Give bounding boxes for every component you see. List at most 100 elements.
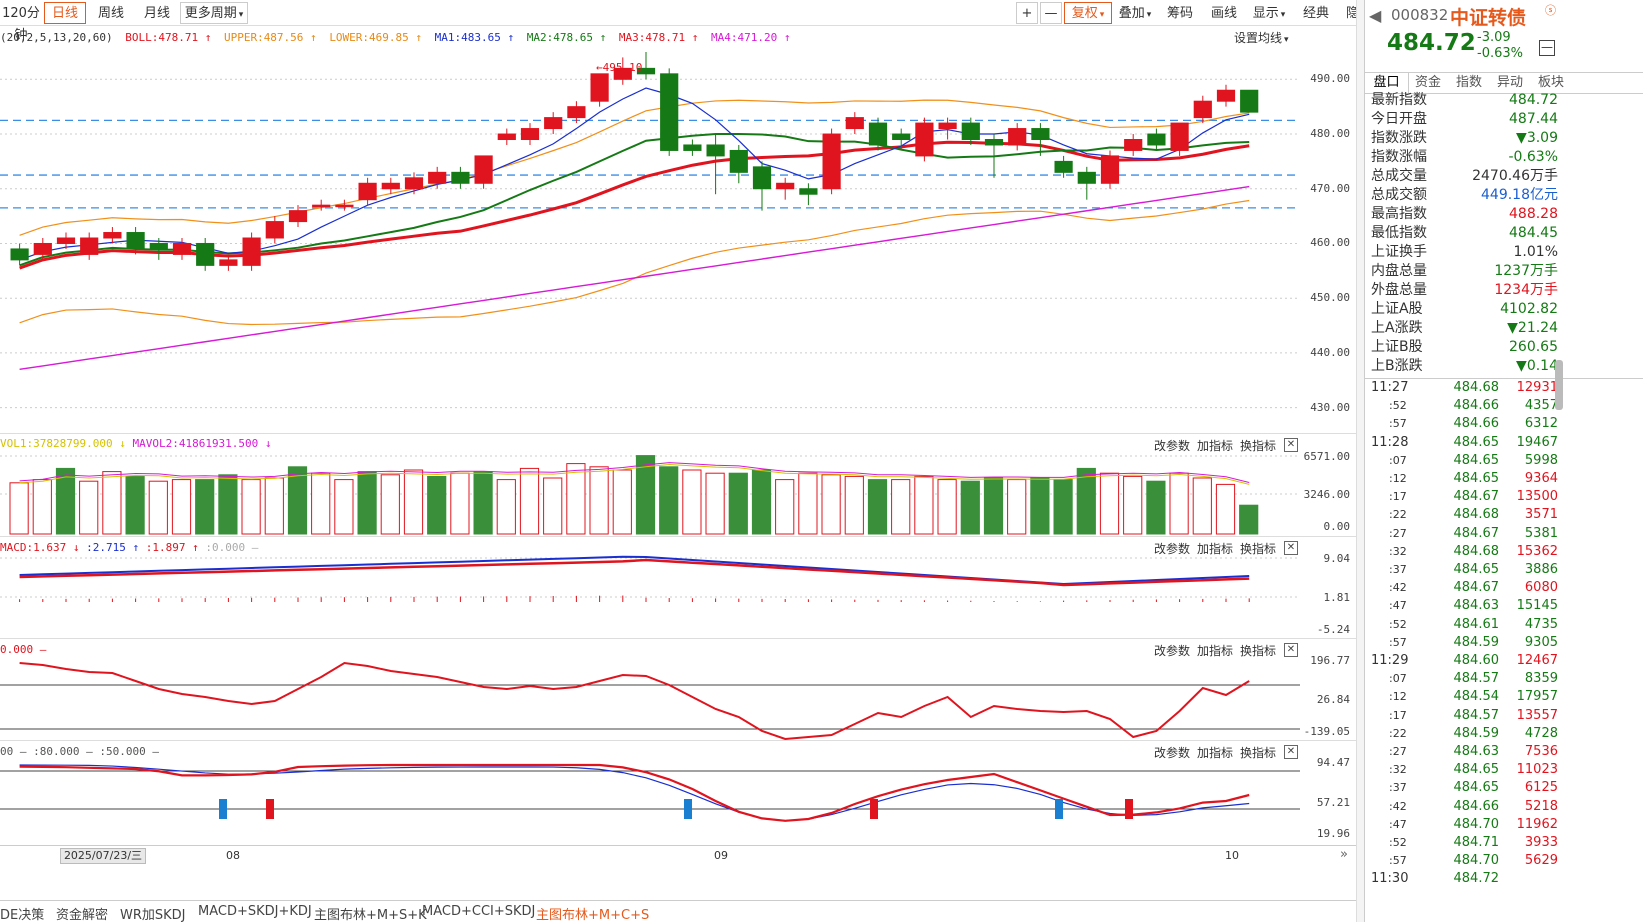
price-axis-label: 470.00 [1310, 181, 1350, 195]
volume-bar [125, 475, 145, 535]
candlestick-chart[interactable]: ←495.10 [0, 27, 1300, 443]
prev-arrow-icon[interactable]: ◀ [1369, 6, 1381, 25]
price-axis-label: 480.00 [1310, 127, 1350, 141]
quote-value: ▼0.14 [1516, 358, 1558, 374]
fuquan-dropdown[interactable]: 复权 [1064, 2, 1112, 24]
skdj-chart[interactable] [0, 741, 1300, 845]
candle-up [520, 128, 540, 141]
tick-row: :57 484.59 9305 [1365, 634, 1643, 652]
candle-down [1031, 128, 1050, 141]
quote-value: 1.01% [1513, 244, 1558, 260]
info-circle-icon[interactable]: ⓢ [1545, 2, 1556, 18]
period-monthly-button[interactable]: 月线 [136, 2, 178, 24]
tab-index[interactable]: 指数 [1447, 73, 1491, 93]
zoom-in-button[interactable]: + [1016, 2, 1038, 24]
macd-axis-top: 9.04 [1323, 552, 1351, 565]
tick-row: 11:30 484.72 [1365, 870, 1643, 888]
collapse-icon[interactable]: — [1539, 40, 1555, 56]
cci-panel[interactable]: 0.000 — 改参数 加指标 换指标 ✕ 196.77 26.84 -139.… [0, 638, 1420, 740]
tick-volume: 12467 [1516, 653, 1558, 668]
volume-bar [867, 479, 888, 535]
volume-bar [218, 474, 238, 535]
quote-row: 上证换手 1.01% [1365, 243, 1643, 262]
tab-pankou[interactable]: 盘口 [1365, 73, 1409, 93]
tick-price: 484.67 [1453, 489, 1500, 505]
candle-up [312, 204, 331, 208]
tick-volume: 13557 [1516, 707, 1558, 723]
tab-boll-mcs[interactable]: 主图布林+M+C+S [536, 904, 649, 922]
chips-button[interactable]: 筹码 [1160, 2, 1200, 24]
tick-row: :12 484.54 17957 [1365, 688, 1643, 706]
classic-button[interactable]: 经典 [1296, 2, 1336, 24]
tick-price: 484.65 [1453, 434, 1500, 450]
cci-line [19, 661, 1250, 740]
draw-line-button[interactable]: 画线 [1204, 2, 1244, 24]
volume-bar [682, 469, 702, 535]
overlay-dropdown[interactable]: 叠加 [1114, 2, 1156, 24]
volume-panel[interactable]: VOL1:37828799.000 ↓ MAVOL2:41861931.500 … [0, 433, 1420, 536]
tick-time: 11:30 [1371, 871, 1409, 887]
main-chart-panel[interactable]: (20,2,5,13,20,60) BOLL:478.71 ↑ UPPER:48… [0, 27, 1420, 443]
macd-panel[interactable]: MACD:1.637 ↓ :2.715 ↑ :1.897 ↑ :0.000 — … [0, 536, 1420, 638]
cci-chart[interactable] [0, 639, 1300, 740]
panel-splitter[interactable] [1356, 0, 1364, 922]
candle-down [729, 149, 748, 173]
period-120min-button[interactable]: 120分钟 [0, 2, 42, 43]
volume-chart[interactable] [0, 434, 1300, 536]
tick-row: :07 484.57 8359 [1365, 670, 1643, 688]
cci-axis-mid: 26.84 [1316, 693, 1350, 706]
more-period-dropdown[interactable]: 更多周期 [180, 2, 248, 24]
vol-axis-mid: 3246.00 [1303, 488, 1350, 501]
tab-funds[interactable]: 资金 [1406, 73, 1450, 93]
candle-up [265, 221, 284, 239]
tab-de-decision[interactable]: DE决策 [0, 904, 44, 922]
tick-volume: 6312 [1524, 416, 1558, 432]
tick-volume: 4357 [1524, 398, 1558, 414]
period-toolbar: 120分钟 日线 周线 月线 更多周期 + — 复权 叠加 筹码 画线 显示 经… [0, 0, 1420, 43]
candle-up [172, 242, 192, 255]
tab-macd-skdj-kdj[interactable]: MACD+SKDJ+KDJ [198, 904, 312, 919]
tick-volume: 11962 [1516, 816, 1558, 832]
volume-bar [891, 479, 911, 535]
scrollbar-thumb[interactable] [1555, 360, 1563, 410]
quote-row: 今日开盘 487.44 [1365, 110, 1643, 129]
tab-fund-decode[interactable]: 资金解密 [56, 904, 108, 922]
quote-panel: ◀ 000832 中证转债 ⓢ 484.72 -3.09 -0.63% — 盘口… [1364, 0, 1643, 922]
scroll-right-icon[interactable]: » [1340, 847, 1348, 862]
quote-row: 指数涨跌 ▼3.09 [1365, 129, 1643, 148]
quote-label: 最新指数 [1371, 92, 1427, 108]
candle-down [451, 171, 470, 184]
period-daily-button[interactable]: 日线 [44, 2, 86, 24]
skdj-panel[interactable]: 00 — :80.000 — :50.000 — 改参数 加指标 换指标 ✕ 9… [0, 740, 1420, 845]
volume-bar [79, 480, 99, 535]
candle-up [288, 210, 308, 223]
volume-bar [798, 472, 818, 535]
tick-row: :52 484.71 3933 [1365, 834, 1643, 852]
tick-time: :52 [1389, 617, 1407, 631]
candle-up [56, 237, 76, 244]
tick-time: :17 [1389, 708, 1407, 722]
tick-volume: 13500 [1516, 489, 1558, 505]
tab-boll-msk[interactable]: 主图布林+M+S+K [314, 904, 427, 922]
candle-up [428, 171, 447, 184]
tab-anomaly[interactable]: 异动 [1488, 73, 1532, 93]
candle-down [10, 248, 29, 261]
quote-value: -0.63% [1508, 149, 1558, 165]
macd-chart[interactable] [0, 537, 1300, 638]
tab-wr-skdj[interactable]: WR加SKDJ [120, 904, 186, 922]
volume-bar [1123, 475, 1143, 535]
zoom-out-button[interactable]: — [1040, 2, 1062, 24]
volume-bar [566, 463, 586, 535]
candle-up [1124, 139, 1143, 151]
volume-bar [1215, 483, 1236, 535]
tick-volume: 3571 [1524, 507, 1558, 523]
tick-price: 484.57 [1453, 671, 1500, 687]
display-dropdown[interactable]: 显示 [1246, 2, 1292, 24]
candle-up [1193, 100, 1212, 119]
tab-sector[interactable]: 板块 [1529, 73, 1573, 93]
period-weekly-button[interactable]: 周线 [90, 2, 132, 24]
candle-up [242, 237, 261, 266]
tick-row: :22 484.68 3571 [1365, 506, 1643, 524]
tick-time: :42 [1389, 581, 1407, 595]
tab-macd-cci-skdj[interactable]: MACD+CCI+SKDJ [422, 904, 535, 919]
